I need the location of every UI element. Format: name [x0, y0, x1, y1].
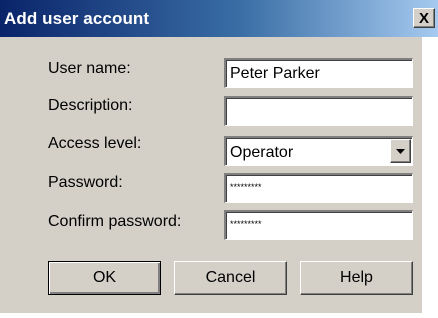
cancel-label: Cancel: [205, 269, 256, 286]
close-button[interactable]: X: [413, 8, 435, 28]
background-edge: [422, 37, 438, 318]
password-input[interactable]: *********: [224, 173, 413, 203]
description-input[interactable]: [224, 96, 413, 126]
confirm-password-input[interactable]: *********: [224, 210, 413, 240]
background-edge-bottom: [0, 313, 438, 318]
ok-label: OK: [92, 269, 117, 286]
ok-button[interactable]: OK: [48, 261, 161, 295]
add-user-dialog: Add user account X User name: Peter Park…: [0, 0, 438, 318]
access-level-select[interactable]: Operator: [224, 136, 413, 166]
confirm-password-value: *********: [230, 219, 262, 229]
confirm-password-label: Confirm password:: [48, 213, 182, 230]
access-level-value: Operator: [230, 144, 294, 161]
close-icon: X: [418, 9, 429, 27]
description-label: Description:: [48, 97, 133, 114]
user-name-label: User name:: [48, 60, 131, 77]
password-value: *********: [230, 182, 262, 192]
user-name-value: Peter Parker: [230, 65, 320, 82]
help-button[interactable]: Help: [300, 261, 413, 295]
access-level-label: Access level:: [48, 135, 142, 152]
user-name-input[interactable]: Peter Parker: [224, 58, 413, 88]
dialog-title: Add user account: [4, 9, 150, 28]
dropdown-button[interactable]: [390, 139, 411, 163]
cancel-button[interactable]: Cancel: [174, 261, 287, 295]
help-label: Help: [340, 269, 373, 286]
chevron-down-icon: [396, 148, 405, 154]
password-label: Password:: [48, 174, 123, 191]
title-bar[interactable]: Add user account X: [0, 0, 438, 37]
